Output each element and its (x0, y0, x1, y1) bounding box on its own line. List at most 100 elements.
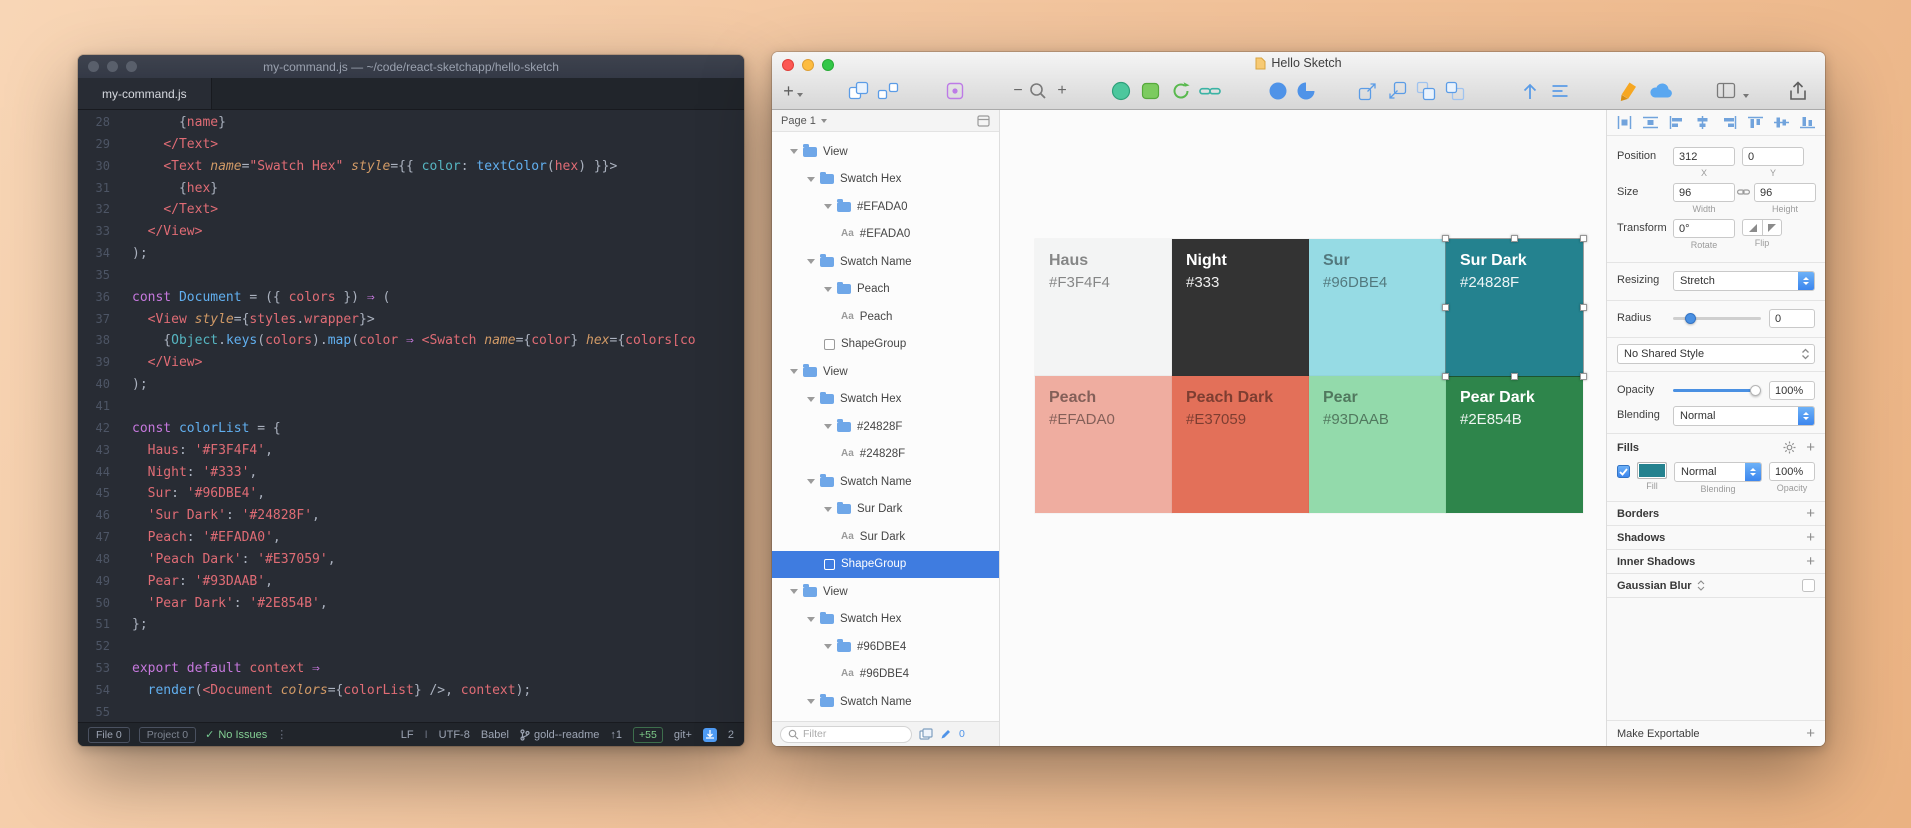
disclosure-triangle-icon[interactable] (807, 479, 815, 484)
git-diff-chip[interactable]: +55 (633, 727, 663, 743)
code-line[interactable] (132, 396, 744, 418)
ungroup-button[interactable] (876, 76, 900, 106)
swatch-sur-dark[interactable]: Sur Dark#24828F (1446, 239, 1583, 376)
create-symbol-button[interactable] (943, 76, 967, 106)
constrain-proportions-icon[interactable] (1737, 183, 1750, 200)
code-line[interactable]: Peach: '#EFADA0', (132, 527, 744, 549)
layer-row--efada0[interactable]: Aa#EFADA0 (772, 221, 999, 249)
disclosure-triangle-icon[interactable] (790, 589, 798, 594)
encoding-indicator[interactable]: UTF-8 (439, 729, 470, 741)
disclosure-triangle-icon[interactable] (824, 287, 832, 292)
disclosure-triangle-icon[interactable] (807, 699, 815, 704)
resize-handle-sw[interactable] (1442, 373, 1449, 380)
git-branch-indicator[interactable]: gold--readme (520, 729, 599, 741)
code-line[interactable]: </Text> (132, 199, 744, 221)
git-ahead-indicator[interactable]: ↑1 (610, 729, 622, 741)
shared-style-dropdown[interactable]: No Shared Style (1617, 344, 1815, 364)
layer-row-sur-dark[interactable]: AaSur Dark (772, 523, 999, 551)
blending-dropdown[interactable]: Normal (1673, 406, 1815, 426)
fill-opacity-input[interactable]: 100% (1769, 462, 1815, 481)
layer-row--24828f[interactable]: #24828F (772, 413, 999, 441)
resizing-dropdown[interactable]: Stretch (1673, 271, 1815, 291)
code-line[interactable]: 'Sur Dark': '#24828F', (132, 505, 744, 527)
disclosure-triangle-icon[interactable] (807, 177, 815, 182)
opacity-input[interactable]: 100% (1769, 381, 1815, 400)
code-line[interactable]: ); (132, 243, 744, 265)
y-input[interactable]: 0 (1742, 147, 1804, 166)
distribute-horizontal-icon[interactable] (1617, 116, 1632, 129)
layer-row-sur-dark[interactable]: Sur Dark (772, 496, 999, 524)
collapse-layers-button[interactable] (1548, 76, 1572, 106)
add-fill-button[interactable]: + (1806, 440, 1815, 455)
pages-icon[interactable] (919, 728, 933, 740)
radius-slider[interactable] (1673, 317, 1761, 320)
swatch-peach[interactable]: Peach#EFADA0 (1035, 376, 1172, 513)
layer-row-swatch-hex[interactable]: Swatch Hex (772, 166, 999, 194)
distribute-vertical-icon[interactable] (1643, 116, 1658, 129)
rect-tool-button[interactable] (1139, 76, 1163, 106)
layer-row-peach[interactable]: AaPeach (772, 303, 999, 331)
code-line[interactable]: Sur: '#96DBE4', (132, 483, 744, 505)
layer-row-view[interactable]: View (772, 358, 999, 386)
code-line[interactable] (132, 265, 744, 287)
subtract-tool-button[interactable] (1294, 76, 1318, 106)
page-list-icon[interactable] (977, 115, 990, 127)
resize-handle-n[interactable] (1511, 235, 1518, 242)
align-bottom-icon[interactable] (1800, 116, 1815, 129)
align-center-horizontal-icon[interactable] (1695, 116, 1710, 129)
resize-handle-se[interactable] (1580, 373, 1587, 380)
radius-input[interactable]: 0 (1769, 309, 1815, 328)
zoom-tool-button[interactable] (1026, 76, 1050, 106)
editor-titlebar[interactable]: my-command.js — ~/code/react-sketchapp/h… (78, 55, 744, 78)
code-line[interactable]: }; (132, 614, 744, 636)
code-line[interactable]: 'Pear Dark': '#2E854B', (132, 593, 744, 615)
sketch-titlebar[interactable]: Hello Sketch (772, 52, 1825, 74)
minimize-button[interactable] (107, 61, 118, 72)
cloud-share-button[interactable] (1648, 76, 1675, 106)
code-line[interactable]: </View> (132, 221, 744, 243)
fill-enabled-checkbox[interactable] (1617, 465, 1630, 478)
swatch-haus[interactable]: Haus#F3F4F4 (1035, 239, 1172, 376)
code-lines[interactable]: {name} </Text> <Text name="Swatch Hex" s… (122, 112, 744, 722)
layer-row--96dbe4[interactable]: #96DBE4 (772, 633, 999, 661)
layer-row--24828f[interactable]: Aa#24828F (772, 441, 999, 469)
swatch-night[interactable]: Night#333 (1172, 239, 1309, 376)
flip-horizontal-button[interactable] (1742, 219, 1762, 236)
close-button[interactable] (88, 61, 99, 72)
rotate-tool-button[interactable] (1169, 76, 1193, 106)
height-input[interactable]: 96 (1754, 183, 1816, 202)
git-label[interactable]: git+ (674, 729, 692, 741)
blur-enabled-checkbox[interactable] (1802, 579, 1815, 592)
code-line[interactable]: export default context ⇒ (132, 658, 744, 680)
code-line[interactable]: const colorList = { (132, 418, 744, 440)
resize-handle-w[interactable] (1442, 304, 1449, 311)
close-button[interactable] (782, 59, 794, 71)
project-issues-chip[interactable]: Project 0 (139, 727, 196, 743)
code-line[interactable]: <Text name="Swatch Hex" style={{ color: … (132, 156, 744, 178)
resize-handle-nw[interactable] (1442, 235, 1449, 242)
swatch-sur[interactable]: Sur#96DBE4 (1309, 239, 1446, 376)
move-backward-button[interactable] (1385, 76, 1409, 106)
layer-row-peach[interactable]: Peach (772, 276, 999, 304)
zoom-in-button[interactable]: + (1050, 76, 1074, 106)
union-tool-button[interactable] (1266, 76, 1290, 106)
layer-row-view[interactable]: View (772, 578, 999, 606)
layer-row-swatch-name[interactable]: Swatch Name (772, 248, 999, 276)
group-button[interactable] (847, 76, 871, 106)
bring-to-front-button[interactable] (1414, 76, 1438, 106)
layer-row--efada0[interactable]: #EFADA0 (772, 193, 999, 221)
swatch-pear-dark[interactable]: Pear Dark#2E854B (1446, 376, 1583, 513)
radius-slider-knob[interactable] (1685, 313, 1696, 324)
code-line[interactable]: ); (132, 374, 744, 396)
file-issues-chip[interactable]: File 0 (88, 727, 130, 743)
more-options-icon[interactable]: ⋮ (276, 728, 287, 741)
resize-handle-e[interactable] (1580, 304, 1587, 311)
code-line[interactable]: {name} (132, 112, 744, 134)
rotate-input[interactable]: 0° (1673, 219, 1735, 238)
code-line[interactable]: Night: '#333', (132, 462, 744, 484)
x-input[interactable]: 312 (1673, 147, 1735, 166)
code-line[interactable]: <View style={styles.wrapper}> (132, 309, 744, 331)
swatch-peach-dark[interactable]: Peach Dark#E37059 (1172, 376, 1309, 513)
code-line[interactable]: </Text> (132, 134, 744, 156)
resize-handle-s[interactable] (1511, 373, 1518, 380)
